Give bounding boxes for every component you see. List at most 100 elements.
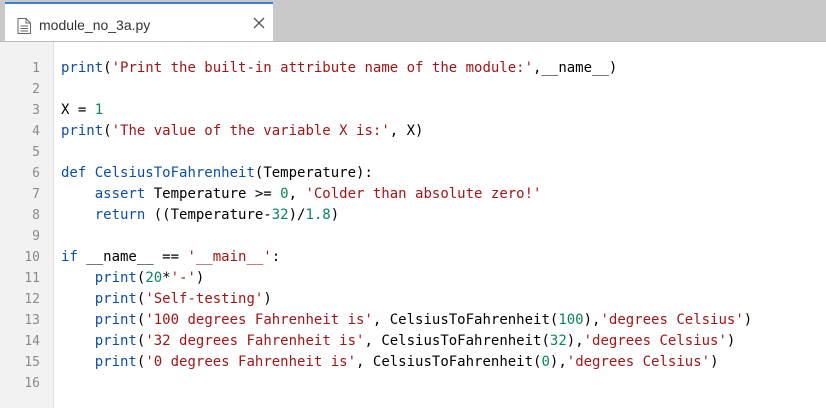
line-number: 15 [24,355,40,370]
code-token: 'Print the built-in attribute name of th… [111,60,534,76]
code-token: 32 [271,207,289,223]
code-token: ) [263,291,272,307]
code-token: print [61,123,104,139]
code-token: ) [743,312,753,328]
code-token: 1.8 [305,207,331,223]
line-number: 4 [32,124,40,139]
code-token: 'degrees Celsius' [566,354,711,370]
code-editor[interactable]: 1 print('Print the built-in attribute nam… [0,42,826,408]
code-token: * [162,270,171,286]
code-token: print [94,312,137,328]
code-line[interactable]: 3 X = 1 [0,100,826,121]
line-number: 1 [32,61,40,76]
code-token: CelsiusToFahrenheit [94,165,255,181]
code-token: '100 degrees Fahrenheit is' [145,312,373,328]
code-line[interactable]: 1 print('Print the built-in attribute nam… [0,58,826,79]
code-line[interactable]: 14 print('32 degrees Fahrenheit is', Cel… [0,331,826,352]
code-line[interactable]: 11 print(20*'-') [0,268,826,289]
code-text: return ((Temperature-32)/1.8) [61,205,339,226]
code-text: X = 1 [61,100,103,121]
tab-module-file[interactable]: module_no_3a.py [5,2,273,41]
line-number: 13 [24,313,40,328]
line-number: 11 [24,271,40,286]
code-token: 0 [541,354,550,370]
line-number: 2 [32,82,40,97]
code-token: print [94,270,137,286]
code-token: , [288,186,306,202]
code-token: def [61,165,87,181]
code-token: print [94,354,137,370]
code-line[interactable]: 12 print('Self-testing') [0,289,826,310]
line-number: 8 [32,208,40,223]
code-token: 'degrees Celsius' [583,333,727,349]
code-token: ,__name__) [533,60,618,76]
code-token: : [271,249,281,265]
code-text: print('Self-testing') [61,289,272,310]
code-token: print [94,291,137,307]
code-text: print('32 degrees Fahrenheit is', Celsiu… [61,331,736,352]
code-line[interactable]: 6 def CelsiusToFahrenheit(Temperature): [0,163,826,184]
line-number: 9 [32,229,40,244]
code-text: if __name__ == '__main__': [61,247,280,268]
line-number: 6 [32,166,40,181]
line-number: 5 [32,145,40,160]
code-token: 'degrees Celsius' [600,312,744,328]
code-token: 0 [280,186,289,202]
code-token: ) [330,207,340,223]
code-token: Temperature >= [145,186,281,202]
code-token: print [94,333,137,349]
code-line[interactable]: 5 [0,142,826,163]
code-token: 'Self-testing' [145,291,264,307]
code-line[interactable]: 8 return ((Temperature-32)/1.8) [0,205,826,226]
code-token: print [61,60,104,76]
close-icon[interactable] [251,15,267,31]
code-token: '-' [170,270,196,286]
code-line[interactable]: 16 [0,373,826,394]
document-icon [17,18,31,34]
code-line[interactable]: 9 [0,226,826,247]
code-token: '32 degrees Fahrenheit is' [145,333,365,349]
code-area[interactable]: 1 print('Print the built-in attribute nam… [0,58,826,394]
line-number: 12 [24,292,40,307]
code-token: 32 [549,333,567,349]
code-line[interactable]: 4 print('The value of the variable X is:'… [0,121,826,142]
code-text: print('100 degrees Fahrenheit is', Celsi… [61,310,753,331]
code-token: , CelsiusToFahrenheit( [364,333,550,349]
code-text: print(20*'-') [61,268,205,289]
code-token: if [61,249,78,265]
code-token: ) [195,270,205,286]
code-token: ) [726,333,736,349]
code-text: print('Print the built-in attribute name… [61,58,617,79]
code-text: print('The value of the variable X is:',… [61,121,423,142]
code-token: 20 [145,270,163,286]
line-number: 14 [24,334,40,349]
code-line[interactable]: 7 assert Temperature >= 0, 'Colder than … [0,184,826,205]
code-token: X = [61,102,95,118]
code-token: 1 [94,102,104,118]
tab-filename: module_no_3a.py [39,17,151,33]
code-text: print('0 degrees Fahrenheit is', Celsius… [61,352,719,373]
code-token: ( [103,123,112,139]
code-token: '0 degrees Fahrenheit is' [145,354,357,370]
code-token: '__main__' [187,249,272,265]
line-number: 10 [24,250,40,265]
code-token: return [94,207,146,223]
code-token: 'The value of the variable X is:' [111,123,390,139]
code-token: ), [583,312,601,328]
line-number: 7 [32,187,40,202]
code-token: ), [549,354,567,370]
code-line[interactable]: 10 if __name__ == '__main__': [0,247,826,268]
code-token: , X) [389,123,424,139]
code-line[interactable]: 15 print('0 degrees Fahrenheit is', Cels… [0,352,826,373]
code-token: ( [103,60,112,76]
code-token: , CelsiusToFahrenheit( [372,312,559,328]
code-line[interactable]: 13 print('100 degrees Fahrenheit is', Ce… [0,310,826,331]
code-token: assert [94,186,146,202]
code-line[interactable]: 2 [0,79,826,100]
